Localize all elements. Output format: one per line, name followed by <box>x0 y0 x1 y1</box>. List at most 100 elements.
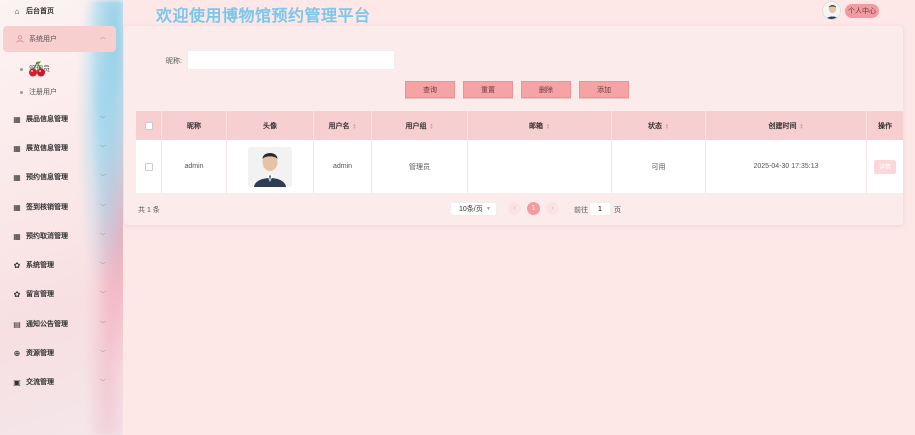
cell-group: 管理员 <box>372 140 468 193</box>
cell-created: 2025-04-30 17:35:13 <box>706 140 867 193</box>
column-header-nickname: 昵称 <box>162 111 227 140</box>
goto-unit-label: 页 <box>614 207 621 214</box>
sidebar-item-resources[interactable]: ⊕ 资源管理 ﹀ <box>0 342 116 364</box>
cell-email <box>468 140 612 193</box>
cell-status: 可用 <box>612 140 706 193</box>
chat-icon: ▣ <box>13 377 21 387</box>
bullet-icon <box>20 90 23 94</box>
sort-icon[interactable]: ▲ ▼ <box>430 122 434 129</box>
home-icon: ⌂ <box>14 6 20 16</box>
reset-button[interactable]: 重置 <box>463 81 513 98</box>
sidebar-item-system[interactable]: ✿ 系统管理 ﹀ <box>0 254 116 276</box>
sort-icon[interactable]: ▲ ▼ <box>665 122 669 129</box>
sidebar-item-exhibit-info[interactable]: ▦ 展品信息管理 ﹀ <box>0 108 116 130</box>
sidebar-item-label: 交流管理 <box>26 379 54 386</box>
sidebar-item-label: 后台首页 <box>26 8 54 15</box>
delete-button[interactable]: 删除 <box>521 81 571 98</box>
sidebar-item-checkin[interactable]: ▦ 签到核销管理 ﹀ <box>0 196 116 218</box>
column-label: 用户组 <box>405 122 427 130</box>
select-all-checkbox[interactable] <box>144 121 153 130</box>
nickname-search-input[interactable] <box>187 50 395 70</box>
select-all-cell <box>136 111 162 140</box>
goto-page-input[interactable] <box>589 202 611 216</box>
chevron-down-icon: ﹀ <box>99 263 106 269</box>
column-label: 用户名 <box>328 122 350 130</box>
chevron-down-icon: ﹀ <box>99 322 106 328</box>
column-header-avatar: 头像 <box>227 111 314 140</box>
sort-icon[interactable]: ▲ ▼ <box>800 122 804 129</box>
sidebar-item-reservation-info[interactable]: ▦ 预约信息管理 ﹀ <box>0 166 116 188</box>
sidebar-item-exhibition-info[interactable]: ▦ 展览信息管理 ﹀ <box>0 137 116 159</box>
column-header-username[interactable]: 用户名 ▲ ▼ <box>314 111 372 140</box>
column-header-actions: 操作 <box>867 111 903 140</box>
page-size-select[interactable]: 10条/页 ▼ <box>450 202 497 216</box>
profile-center-button[interactable]: 个人中心 <box>845 4 879 18</box>
chevron-down-icon: ﹀ <box>99 146 106 152</box>
page-size-value: 10条/页 <box>459 206 483 213</box>
sidebar-item-cancellation[interactable]: ▦ 预约取消管理 ﹀ <box>0 225 116 247</box>
column-label: 邮箱 <box>529 122 544 130</box>
sidebar-item-label: 展览信息管理 <box>26 145 68 152</box>
sidebar: ⌂ 后台首页 系统用户 ︿ 管理员 注册用户 ▦ 展品信息管理 ﹀ ▦ 展览信息… <box>0 0 123 435</box>
column-header-email[interactable]: 邮箱 ▲ ▼ <box>468 111 612 140</box>
chevron-down-icon: ﹀ <box>99 292 106 298</box>
user-icon <box>16 35 24 43</box>
total-count: 共 1 条 <box>138 207 160 214</box>
sidebar-item-label: 系统用户 <box>29 36 57 43</box>
sidebar-item-messages[interactable]: ✿ 留言管理 ﹀ <box>0 283 116 305</box>
next-page-button[interactable]: › <box>546 202 559 215</box>
chevron-down-icon: ﹀ <box>99 380 106 386</box>
grid-icon: ▦ <box>13 114 21 124</box>
detail-button[interactable]: 详情 <box>874 159 896 174</box>
column-label: 创建时间 <box>768 122 797 130</box>
column-label: 状态 <box>648 122 663 130</box>
avatar-image <box>823 2 840 19</box>
page-title: 欢迎使用博物馆预约管理平台 <box>156 8 371 25</box>
column-label: 昵称 <box>187 122 201 130</box>
sort-icon[interactable]: ▲ ▼ <box>546 122 550 129</box>
sidebar-item-notices[interactable]: ▤ 通知公告管理 ﹀ <box>0 313 116 335</box>
sidebar-item-label: 展品信息管理 <box>26 116 68 123</box>
query-button[interactable]: 查询 <box>405 81 455 98</box>
cell-avatar <box>227 140 314 193</box>
sidebar-subitem-registered-users[interactable]: 注册用户 <box>20 87 57 97</box>
bullet-icon <box>20 67 23 71</box>
cell-username: admin <box>314 140 372 193</box>
notice-icon: ▤ <box>13 319 21 329</box>
column-header-created[interactable]: 创建时间 ▲ ▼ <box>706 111 867 140</box>
goto-label: 前往 <box>574 207 588 214</box>
sidebar-item-system-users[interactable]: 系统用户 ︿ <box>3 26 116 52</box>
sidebar-item-communication[interactable]: ▣ 交流管理 ﹀ <box>0 371 116 393</box>
column-header-group[interactable]: 用户组 ▲ ▼ <box>372 111 468 140</box>
gear-icon: ✿ <box>13 289 21 299</box>
chevron-down-icon: ﹀ <box>99 351 106 357</box>
plus-circle-icon: ⊕ <box>13 348 21 358</box>
gear-icon: ✿ <box>13 260 21 270</box>
chevron-down-icon: ﹀ <box>99 205 106 211</box>
add-button[interactable]: 添加 <box>579 81 629 98</box>
grid-icon: ▦ <box>13 202 21 212</box>
sidebar-item-label: 预约取消管理 <box>26 233 68 240</box>
sidebar-item-label: 资源管理 <box>26 350 54 357</box>
sort-icon[interactable]: ▲ ▼ <box>353 122 357 129</box>
grid-icon: ▦ <box>13 231 21 241</box>
prev-page-button[interactable]: ‹ <box>508 202 521 215</box>
sidebar-item-home[interactable]: ⌂ 后台首页 <box>0 0 116 22</box>
chevron-down-icon: ﹀ <box>99 117 106 123</box>
table-header: 昵称 头像 用户名 ▲ ▼ 用户组 ▲ ▼ 邮箱 ▲ ▼ 状态 ▲ ▼ 创建时间 ▲ ▼ … <box>136 111 903 140</box>
chevron-up-icon: ︿ <box>99 35 106 41</box>
sidebar-item-label: 签到核销管理 <box>26 204 68 211</box>
avatar[interactable] <box>822 1 841 20</box>
page-number-button[interactable]: 1 <box>527 202 540 215</box>
cell-actions: 详情 <box>867 140 903 193</box>
sidebar-item-label: 系统管理 <box>26 262 54 269</box>
row-checkbox[interactable] <box>144 162 153 171</box>
row-select-cell <box>136 140 162 193</box>
grid-icon: ▦ <box>13 143 21 153</box>
column-label: 操作 <box>878 122 892 130</box>
chevron-down-icon: ﹀ <box>99 234 106 240</box>
chevron-down-icon: ▼ <box>486 206 491 212</box>
sidebar-subitem-label: 注册用户 <box>29 89 57 96</box>
sidebar-item-label: 通知公告管理 <box>26 321 68 328</box>
column-header-status[interactable]: 状态 ▲ ▼ <box>612 111 706 140</box>
